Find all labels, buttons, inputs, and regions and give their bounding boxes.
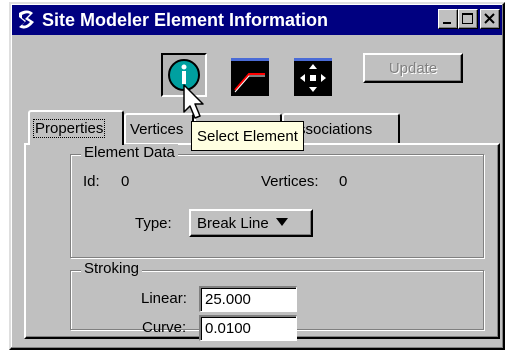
tab-properties-label: Properties (32, 119, 106, 138)
move-arrows-icon (294, 58, 332, 96)
curve-value: 0.0100 (205, 320, 251, 337)
window-title: Site Modeler Element Information (42, 9, 329, 30)
chevron-down-icon (275, 218, 288, 226)
maximize-button[interactable] (458, 9, 478, 29)
maximize-icon (462, 13, 473, 24)
element-data-group: Element Data Id: 0 Vertices: 0 Type: Bre… (70, 144, 484, 258)
curve-input[interactable]: 0.0100 (199, 315, 297, 341)
linear-label: Linear: (141, 290, 187, 307)
id-value: 0 (121, 173, 130, 190)
close-button[interactable] (480, 9, 500, 29)
type-select[interactable]: Break Line (189, 209, 313, 237)
vertices-label: Vertices: (261, 173, 319, 190)
break-line-icon (231, 58, 269, 96)
stroking-group: Stroking Linear: 25.000 Curve: 0.0100 (70, 260, 484, 341)
type-label: Type: (135, 215, 172, 232)
tab-properties[interactable]: Properties (28, 110, 124, 145)
id-label: Id: (83, 173, 100, 190)
title-bar[interactable]: Site Modeler Element Information (12, 5, 502, 35)
vertices-value: 0 (339, 173, 348, 190)
mouse-pointer-icon (183, 84, 204, 119)
properties-panel: Element Data Id: 0 Vertices: 0 Type: Bre… (24, 143, 500, 341)
site-modeler-icon (14, 6, 40, 34)
break-line-button[interactable] (227, 55, 273, 99)
curve-label: Curve: (142, 319, 187, 336)
tooltip: Select Element (191, 121, 304, 151)
minimize-icon (443, 22, 451, 24)
close-icon (484, 13, 495, 24)
minimize-button[interactable] (438, 9, 458, 29)
element-data-legend: Element Data (81, 144, 178, 161)
stroking-legend: Stroking (81, 260, 143, 277)
update-button[interactable]: Update (363, 53, 463, 83)
linear-input[interactable]: 25.000 (199, 286, 297, 312)
type-value: Break Line (197, 214, 269, 232)
tab-vertices-label: Vertices (130, 120, 184, 138)
move-element-button[interactable] (290, 55, 336, 99)
linear-value: 25.000 (205, 291, 251, 308)
